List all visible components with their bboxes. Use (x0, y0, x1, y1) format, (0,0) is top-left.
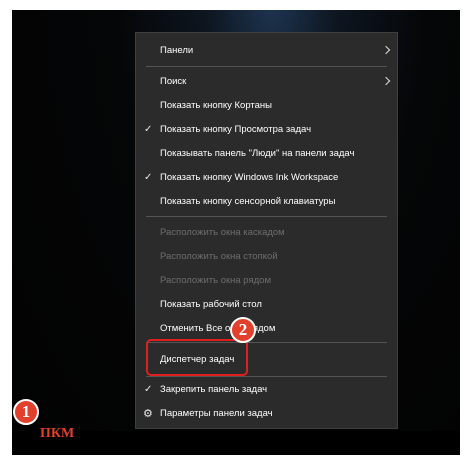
menu-item-undo-side-by-side[interactable]: Отменить Все окна рядом (136, 317, 397, 339)
menu-item-label: Показать кнопку Windows Ink Workspace (160, 171, 339, 183)
menu-item-label: Параметры панели задач (160, 407, 273, 419)
menu-item-label: Расположить окна рядом (160, 274, 271, 286)
menu-separator (146, 66, 387, 67)
menu-item-show-desktop[interactable]: Показать рабочий стол (136, 293, 397, 315)
menu-item-label: Закрепить панель задач (160, 383, 268, 395)
menu-item-taskbar-settings[interactable]: ⚙ Параметры панели задач (136, 402, 397, 424)
menu-item-side-by-side-windows: Расположить окна рядом (136, 269, 397, 291)
menu-item-label: Показать кнопку Кортаны (160, 99, 273, 111)
menu-item-label: Отменить Все окна рядом (160, 322, 276, 334)
task-manager-highlight-frame (146, 339, 248, 376)
menu-separator (146, 376, 387, 377)
menu-item-label: Поиск (160, 75, 187, 87)
menu-item-cascade-windows: Расположить окна каскадом (136, 221, 397, 243)
menu-item-show-people-panel[interactable]: Показывать панель "Люди" на панели задач (136, 142, 397, 164)
menu-item-show-touch-keyboard-button[interactable]: Показать кнопку сенсорной клавиатуры (136, 190, 397, 212)
menu-item-label: Панели (160, 44, 194, 56)
menu-item-search[interactable]: Поиск (136, 70, 397, 92)
checkmark-icon: ✓ (144, 383, 153, 395)
step-badge-1: 1 (13, 399, 39, 425)
menu-item-label: Расположить окна каскадом (160, 226, 285, 238)
gear-icon: ⚙ (143, 407, 153, 420)
menu-item-show-cortana-button[interactable]: Показать кнопку Кортаны (136, 94, 397, 116)
menu-item-label: Показать кнопку Просмотра задач (160, 123, 312, 135)
menu-item-show-windows-ink-button[interactable]: ✓ Показать кнопку Windows Ink Workspace (136, 166, 397, 188)
menu-item-lock-taskbar[interactable]: ✓ Закрепить панель задач (136, 378, 397, 400)
menu-item-stack-windows: Расположить окна стопкой (136, 245, 397, 267)
right-click-label: ПКМ (40, 426, 75, 441)
menu-item-label: Показать рабочий стол (160, 298, 262, 310)
checkmark-icon: ✓ (144, 123, 153, 135)
menu-item-panels[interactable]: Панели (136, 39, 397, 61)
menu-separator (146, 216, 387, 217)
chevron-right-icon (381, 45, 391, 55)
menu-item-label: Показать кнопку сенсорной клавиатуры (160, 195, 336, 207)
menu-item-label: Показывать панель "Люди" на панели задач (160, 147, 355, 159)
menu-item-label: Расположить окна стопкой (160, 250, 278, 262)
menu-item-show-task-view-button[interactable]: ✓ Показать кнопку Просмотра задач (136, 118, 397, 140)
taskbar[interactable] (12, 431, 460, 455)
checkmark-icon: ✓ (144, 171, 153, 183)
step-badge-2: 2 (230, 317, 256, 343)
chevron-right-icon (381, 76, 391, 86)
